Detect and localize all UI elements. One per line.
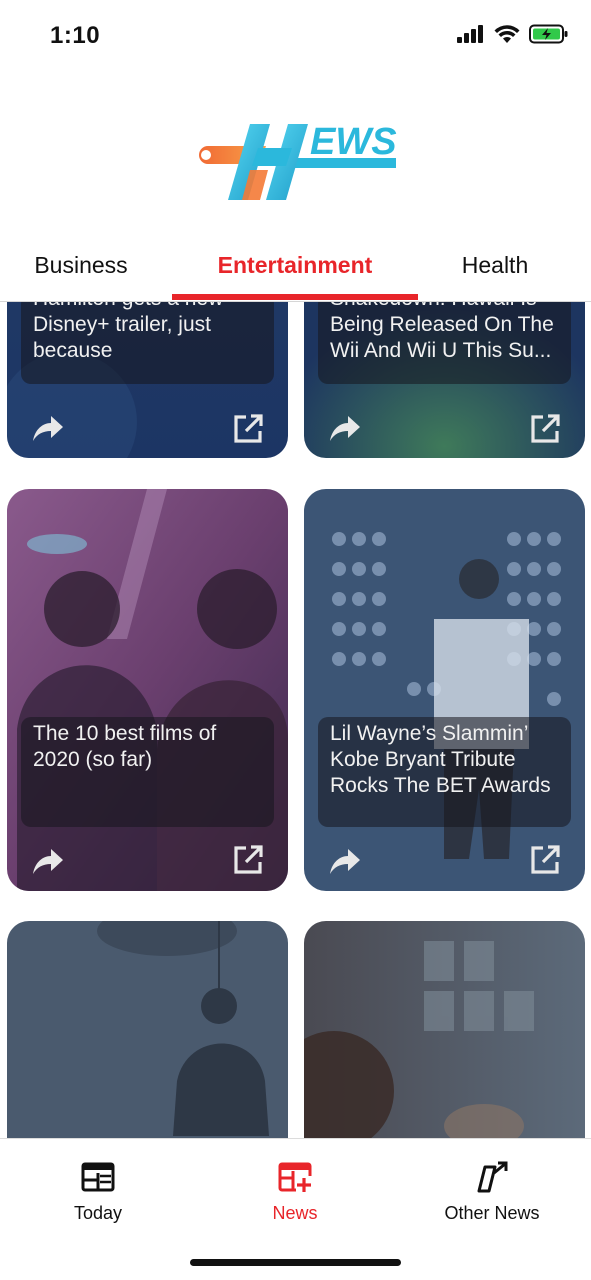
nav-label-news: News [272, 1203, 318, 1223]
status-time: 1:10 [50, 22, 101, 49]
article-card[interactable]: Hamilton gets a new Disney+ trailer, jus… [7, 302, 288, 458]
status-icons [457, 24, 569, 44]
article-card[interactable]: Shakedown: Hawaii Is Being Released On T… [304, 302, 585, 458]
article-card[interactable]: Lil Wayne’s Slammin’ Kobe Bryant Tribute… [304, 489, 585, 891]
bottom-navigation: Today News Other News [0, 1138, 591, 1280]
tab-business[interactable]: Business [0, 236, 162, 294]
open-external-icon[interactable] [529, 413, 561, 445]
status-bar: 1:10 [0, 0, 591, 72]
article-card[interactable] [7, 921, 288, 1138]
article-caption: Lil Wayne’s Slammin’ Kobe Bryant Tribute… [318, 717, 571, 827]
news-app-screen: 1:10 EWS Business Entertainment Health D… [0, 0, 591, 1280]
article-caption: Hamilton gets a new Disney+ trailer, jus… [21, 302, 274, 384]
open-external-icon[interactable] [232, 844, 264, 876]
open-external-icon[interactable] [232, 413, 264, 445]
share-icon[interactable] [31, 413, 65, 443]
add-news-icon [278, 1162, 312, 1192]
article-feed[interactable]: Hamilton gets a new Disney+ trailer, jus… [0, 302, 591, 1138]
wifi-icon [494, 25, 520, 43]
active-tab-indicator [172, 294, 418, 300]
nav-label-today: Today [73, 1203, 123, 1223]
tab-health[interactable]: Health [420, 236, 570, 294]
article-image [7, 921, 288, 1138]
article-image [7, 489, 288, 891]
home-indicator[interactable] [190, 1259, 401, 1266]
news-logo: EWS [188, 112, 403, 212]
category-tabs: Business Entertainment Health [0, 236, 591, 302]
tab-entertainment[interactable]: Entertainment [172, 236, 418, 294]
battery-charging-icon [529, 24, 568, 44]
nav-label-other-news: Other News [444, 1203, 540, 1223]
newspaper-icon [81, 1162, 115, 1192]
article-caption: Shakedown: Hawaii Is Being Released On T… [318, 302, 571, 384]
article-image [304, 489, 585, 891]
nav-news[interactable]: News [215, 1159, 375, 1239]
nav-other-news[interactable]: Other News [412, 1159, 572, 1239]
logo-text: EWS [310, 121, 397, 163]
article-image [304, 921, 585, 1138]
external-news-icon [477, 1161, 508, 1193]
share-icon[interactable] [328, 846, 362, 876]
article-card[interactable] [304, 921, 585, 1138]
nav-today[interactable]: Today [18, 1159, 178, 1239]
article-caption: The 10 best films of 2020 (so far) [21, 717, 274, 827]
share-icon[interactable] [31, 846, 65, 876]
share-icon[interactable] [328, 413, 362, 443]
cellular-signal-icon [457, 25, 483, 43]
article-card[interactable]: The 10 best films of 2020 (so far) [7, 489, 288, 891]
open-external-icon[interactable] [529, 844, 561, 876]
